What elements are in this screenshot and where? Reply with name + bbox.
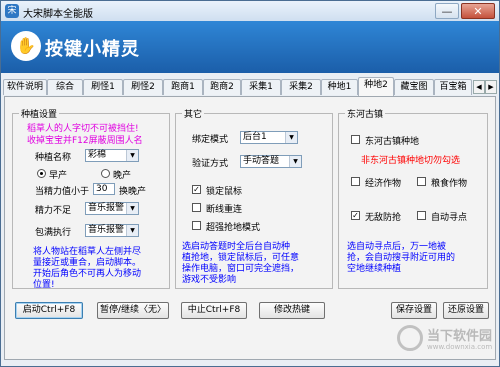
energy-threshold-suffix: 换晚产 <box>119 187 147 197</box>
super-grab-checkbox[interactable] <box>192 221 201 230</box>
economic-crop-label: 经济作物 <box>365 179 402 189</box>
chevron-down-icon: ▼ <box>126 225 138 236</box>
banner-title: 按键小精灵 <box>45 39 140 60</box>
chevron-down-icon: ▼ <box>126 150 138 161</box>
chevron-down-icon: ▼ <box>285 132 297 143</box>
planting-settings-title: 种植设置 <box>19 107 60 120</box>
tab-scroll-left-icon[interactable]: ◀ <box>473 80 485 94</box>
late-radio[interactable] <box>101 169 110 178</box>
minimize-button[interactable]: — <box>435 3 459 19</box>
low-energy-label: 精力不足 <box>35 206 72 216</box>
crop-name-select[interactable]: 彩棉 ▼ <box>85 149 139 162</box>
chevron-down-icon: ▼ <box>126 203 138 214</box>
tab-scroll-right-icon[interactable]: ▶ <box>485 80 497 94</box>
planting-tip-line4: 位置! <box>33 280 55 290</box>
super-grab-label: 超强抢地模式 <box>206 223 261 233</box>
tab-general[interactable]: 综合 <box>47 79 83 95</box>
banner: ✋ 按键小精灵 <box>1 21 499 73</box>
tab-monster2[interactable]: 刷怪2 <box>123 79 163 95</box>
tab-bar: 软件说明 综合 刷怪1 刷怪2 跑商1 跑商2 采集1 采集2 种地1 种地2 … <box>3 77 497 97</box>
main-window: 宋 大宋脚本全能版 — ✕ ✋ 按键小精灵 软件说明 综合 刷怪1 刷怪2 跑商… <box>0 0 500 367</box>
window-title: 大宋脚本全能版 <box>23 9 93 20</box>
tab-trade1[interactable]: 跑商1 <box>163 79 203 95</box>
early-radio[interactable] <box>37 169 46 178</box>
watermark: 当下软件园 www.downxia.com <box>397 323 497 363</box>
donghe-warning: 非东河古镇种地切勿勾选 <box>361 156 461 166</box>
planting-notice-line2: 收掉宝宝并F12屏蔽周围人名 <box>27 136 143 146</box>
auto-seek-label: 自动寻点 <box>431 213 468 223</box>
watermark-text: 当下软件园 <box>427 329 493 344</box>
early-radio-label: 早产 <box>49 171 68 181</box>
tab-software-info[interactable]: 软件说明 <box>3 79 47 95</box>
save-settings-button[interactable]: 保存设置 <box>391 302 437 319</box>
grain-crop-label: 粮食作物 <box>431 179 468 189</box>
app-icon: 宋 <box>5 4 19 18</box>
bind-mode-value: 后台1 <box>243 132 267 142</box>
crop-name-label: 种植名称 <box>35 153 72 163</box>
tab-gather1[interactable]: 采集1 <box>241 79 281 95</box>
tab-gather2[interactable]: 采集2 <box>281 79 321 95</box>
verify-mode-select[interactable]: 手动答题 ▼ <box>240 155 302 168</box>
tab-farm2[interactable]: 种地2 <box>358 77 394 96</box>
tab-farm1[interactable]: 种地1 <box>321 79 358 95</box>
watermark-url: www.downxia.com <box>427 343 493 351</box>
other-tip-line4: 游戏不受影响 <box>182 275 237 285</box>
energy-threshold-input[interactable]: 30 <box>93 183 115 195</box>
pause-resume-button[interactable]: 暂停/继续〈无〉 <box>97 302 169 319</box>
other-settings-group: 其它 绑定模式 后台1 ▼ 验证方式 手动答题 ▼ ✓ 锁定鼠标 断线重连 超强… <box>175 107 333 289</box>
tab-content-panel: 种植设置 稻草人的人字切不可被挡住! 收掉宝宝并F12屏蔽周围人名 种植名称 彩… <box>4 96 496 360</box>
unlimited-defense-checkbox[interactable]: ✓ <box>351 211 360 220</box>
edit-hotkey-button[interactable]: 修改热键 <box>259 302 325 319</box>
bag-full-select[interactable]: 音乐报警 ▼ <box>85 224 139 237</box>
lock-mouse-label: 锁定鼠标 <box>206 187 243 197</box>
economic-crop-checkbox[interactable] <box>351 177 360 186</box>
bag-full-label: 包满执行 <box>35 228 72 238</box>
verify-mode-value: 手动答题 <box>243 156 280 166</box>
late-radio-label: 晚产 <box>113 171 132 181</box>
unlimited-defense-label: 无敌防抢 <box>365 213 402 223</box>
auto-seek-checkbox[interactable] <box>417 211 426 220</box>
hand-logo-icon: ✋ <box>11 31 41 61</box>
title-bar[interactable]: 宋 大宋脚本全能版 — ✕ <box>1 1 499 22</box>
start-button[interactable]: 启动Ctrl+F8 <box>15 302 83 319</box>
restore-settings-button[interactable]: 还原设置 <box>443 302 489 319</box>
close-button[interactable]: ✕ <box>461 3 495 19</box>
bind-mode-label: 绑定模式 <box>192 135 229 145</box>
stop-button[interactable]: 中止Ctrl+F8 <box>181 302 247 319</box>
verify-mode-label: 验证方式 <box>192 159 229 169</box>
donghe-tip-line3: 空地继续种植 <box>347 264 402 274</box>
planting-settings-group: 种植设置 稻草人的人字切不可被挡住! 收掉宝宝并F12屏蔽周围人名 种植名称 彩… <box>12 107 170 290</box>
low-energy-value: 音乐报警 <box>88 203 125 213</box>
low-energy-select[interactable]: 音乐报警 ▼ <box>85 202 139 215</box>
donghe-group: 东河古镇 东河古镇种地 非东河古镇种地切勿勾选 经济作物 粮食作物 ✓ 无敌防抢… <box>338 107 488 289</box>
crop-name-value: 彩棉 <box>88 150 107 160</box>
bind-mode-select[interactable]: 后台1 ▼ <box>240 131 298 144</box>
lock-mouse-checkbox[interactable]: ✓ <box>192 185 201 194</box>
tab-treasure-map[interactable]: 藏宝图 <box>394 79 434 95</box>
donghe-plant-checkbox[interactable] <box>351 135 360 144</box>
reconnect-checkbox[interactable] <box>192 203 201 212</box>
other-settings-title: 其它 <box>182 107 205 120</box>
tab-treasure-box[interactable]: 百宝箱 <box>434 79 472 95</box>
chevron-down-icon: ▼ <box>289 156 301 167</box>
grain-crop-checkbox[interactable] <box>417 177 426 186</box>
donghe-plant-label: 东河古镇种地 <box>365 137 420 147</box>
tab-monster1[interactable]: 刷怪1 <box>83 79 123 95</box>
donghe-title: 东河古镇 <box>345 107 386 120</box>
bag-full-value: 音乐报警 <box>88 225 125 235</box>
tab-trade2[interactable]: 跑商2 <box>203 79 241 95</box>
energy-threshold-label: 当精力值小于 <box>35 187 90 197</box>
reconnect-label: 断线重连 <box>206 205 243 215</box>
watermark-logo-icon <box>397 325 423 351</box>
